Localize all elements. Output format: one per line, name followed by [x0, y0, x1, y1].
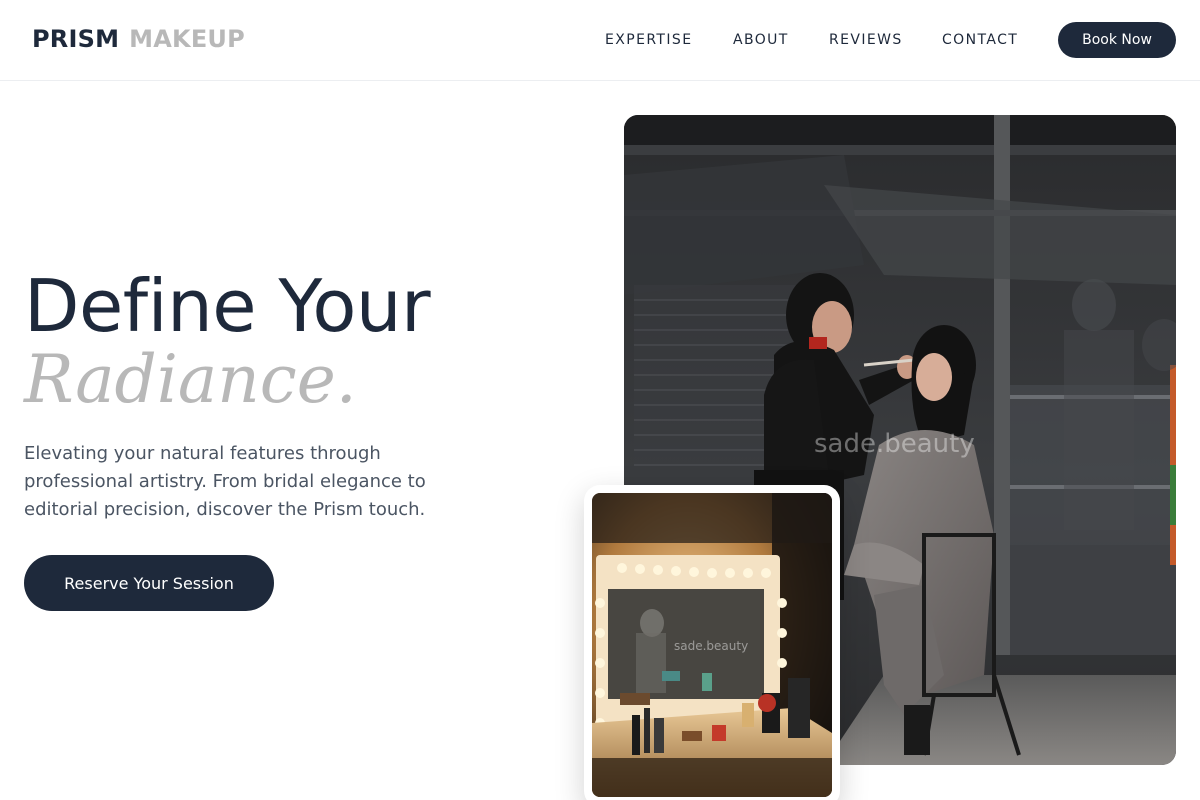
- reserve-session-button[interactable]: Reserve Your Session: [24, 555, 274, 611]
- hero-title-italic: Radiance.: [24, 341, 357, 418]
- nav-item-about[interactable]: ABOUT: [733, 32, 789, 48]
- nav-item-contact[interactable]: CONTACT: [942, 32, 1018, 48]
- hero-subtitle: Elevating your natural features through …: [24, 443, 426, 520]
- secondary-image-card: sade.beauty: [584, 485, 840, 800]
- main-nav: EXPERTISE ABOUT REVIEWS CONTACT: [0, 32, 1200, 52]
- small-image-watermark: sade.beauty: [674, 639, 748, 653]
- main-image-watermark: sade.beauty: [814, 429, 975, 459]
- vanity-mirror-image: sade.beauty: [592, 493, 832, 797]
- book-now-button[interactable]: Book Now: [1058, 22, 1176, 58]
- vanity-mirror-photo: sade.beauty: [592, 493, 832, 797]
- hero-title: Define Your: [24, 264, 431, 348]
- site-header: PRISM MAKEUP EXPERTISE ABOUT REVIEWS CONT…: [0, 0, 1200, 81]
- nav-item-expertise[interactable]: EXPERTISE: [605, 32, 692, 48]
- nav-item-reviews[interactable]: REVIEWS: [829, 32, 903, 48]
